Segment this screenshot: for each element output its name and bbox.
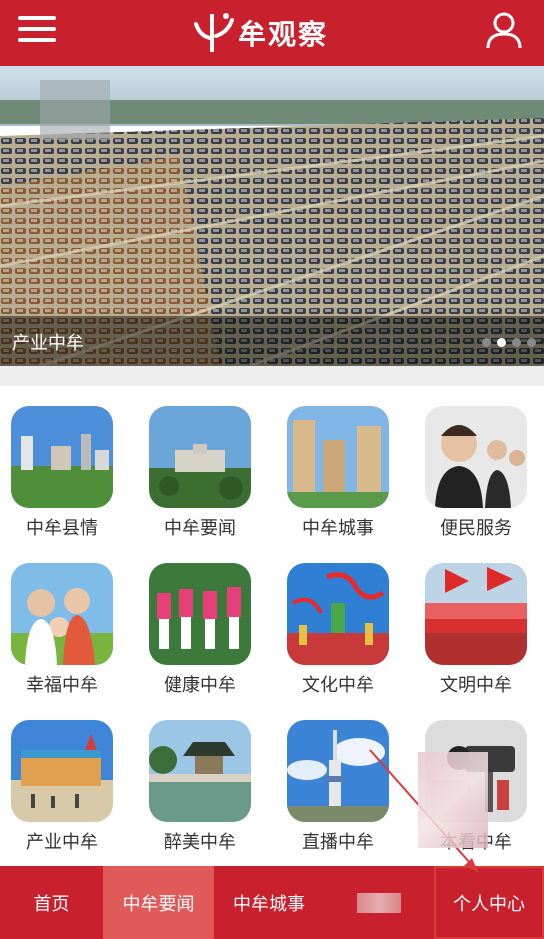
category-tile[interactable]: 醉美中牟 <box>139 700 259 853</box>
category-label: 文明中牟 <box>440 675 512 696</box>
call-center-photo <box>425 406 527 508</box>
category-label: 中牟县情 <box>26 518 98 539</box>
brand-logo-icon <box>194 13 234 52</box>
category-label: 中牟城事 <box>302 518 374 539</box>
bottom-nav-bar: 首页 中牟要闻 中牟城事 个人中心 <box>0 866 544 939</box>
carousel-indicators <box>482 338 536 347</box>
government-building-photo <box>149 406 251 508</box>
category-label: 中牟要闻 <box>164 518 236 539</box>
category-label: 便民服务 <box>440 518 512 539</box>
video-camera-photo <box>425 720 527 822</box>
section-divider <box>0 366 544 386</box>
nav-tab-blurred[interactable] <box>324 866 434 939</box>
category-label: 醉美中牟 <box>164 832 236 853</box>
pavilion-lake-photo <box>149 720 251 822</box>
carousel-dot[interactable] <box>527 338 536 347</box>
category-tile[interactable]: 中牟城事 <box>277 386 397 539</box>
nav-tab-profile[interactable]: 个人中心 <box>434 866 544 939</box>
happy-family-photo <box>11 563 113 665</box>
carousel-dot[interactable] <box>512 338 521 347</box>
county-skyline-photo <box>11 406 113 508</box>
dancing-group-photo <box>149 563 251 665</box>
nav-tab-news[interactable]: 中牟要闻 <box>103 866 214 939</box>
blurred-tab-label <box>357 892 401 913</box>
nav-tab-city[interactable]: 中牟城事 <box>214 866 324 939</box>
banner-caption-bar: 产业中牟 <box>0 316 544 366</box>
category-tile[interactable]: 直播中牟 <box>277 700 397 853</box>
nav-tab-home[interactable]: 首页 <box>0 866 103 939</box>
category-tile[interactable]: 文明中牟 <box>415 543 535 696</box>
category-tile[interactable]: 健康中牟 <box>139 543 259 696</box>
top-app-bar: 牟观察 <box>0 0 544 66</box>
carousel-dot[interactable] <box>482 338 491 347</box>
category-tile[interactable]: 中牟县情 <box>1 386 121 539</box>
banner-carousel[interactable]: 产业中牟 <box>0 66 544 366</box>
category-label: 文化中牟 <box>302 675 374 696</box>
category-label: 产业中牟 <box>26 832 98 853</box>
category-tile[interactable]: 本看中牟 <box>415 700 535 853</box>
ribbon-dance-photo <box>287 563 389 665</box>
user-profile-icon[interactable] <box>486 12 522 50</box>
hamburger-menu-icon[interactable] <box>18 14 58 48</box>
category-grid: 中牟县情 中牟要闻 中牟城事 便民服务 幸福中牟 健康中牟 文化中牟 文明中牟 … <box>0 386 544 866</box>
category-label: 本看中牟 <box>440 832 512 853</box>
residential-towers-photo <box>287 406 389 508</box>
rally-banner-photo <box>425 563 527 665</box>
category-tile[interactable]: 中牟要闻 <box>139 386 259 539</box>
carousel-dot-active[interactable] <box>497 338 506 347</box>
app-title: 牟观察 <box>238 18 329 51</box>
category-tile[interactable]: 产业中牟 <box>1 700 121 853</box>
theme-park-photo <box>11 720 113 822</box>
category-tile[interactable]: 幸福中牟 <box>1 543 121 696</box>
app-brand: 牟观察 <box>190 10 328 56</box>
category-label: 幸福中牟 <box>26 675 98 696</box>
category-tile[interactable]: 便民服务 <box>415 386 535 539</box>
tv-tower-photo <box>287 720 389 822</box>
category-label: 直播中牟 <box>302 832 374 853</box>
banner-caption: 产业中牟 <box>12 333 84 354</box>
category-label: 健康中牟 <box>164 675 236 696</box>
category-tile[interactable]: 文化中牟 <box>277 543 397 696</box>
